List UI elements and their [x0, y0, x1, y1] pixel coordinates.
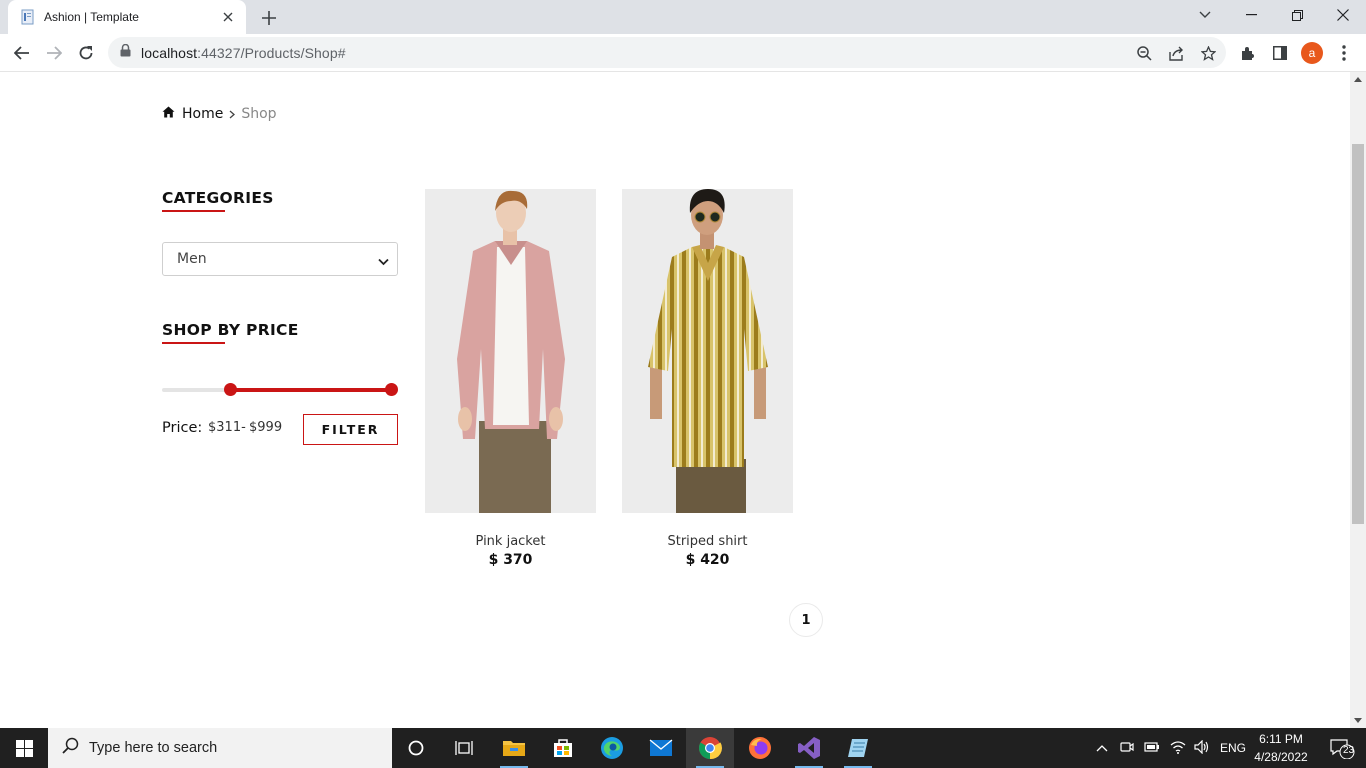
lock-icon[interactable] — [120, 43, 131, 62]
extensions-icon[interactable] — [1234, 39, 1262, 67]
bookmark-star-icon[interactable] — [1196, 41, 1220, 65]
product-card[interactable]: Striped shirt $ 420 — [622, 189, 793, 568]
zoom-icon[interactable] — [1132, 41, 1156, 65]
address-bar[interactable]: localhost:44327/Products/Shop# — [108, 37, 1226, 68]
scrollbar-thumb[interactable] — [1352, 144, 1364, 524]
product-image-pink-jacket[interactable] — [425, 189, 596, 513]
price-slider-min-handle[interactable] — [224, 383, 238, 396]
filter-button[interactable]: FILTER — [303, 414, 398, 445]
edge-icon[interactable] — [588, 728, 636, 768]
back-button[interactable] — [8, 39, 36, 67]
notification-center-icon[interactable]: 23 — [1318, 728, 1366, 768]
page-scrollbar[interactable] — [1350, 72, 1366, 728]
search-placeholder: Type here to search — [89, 740, 218, 756]
product-image-striped-shirt[interactable] — [622, 189, 793, 513]
product-name[interactable]: Striped shirt — [622, 534, 793, 549]
browser-tabstrip: Ashion | Template — [0, 0, 1366, 34]
pagination-page-button[interactable]: 1 — [789, 603, 823, 637]
cortana-icon[interactable] — [392, 728, 440, 768]
clock-date: 4/28/2022 — [1254, 750, 1308, 764]
microsoft-store-icon[interactable] — [539, 728, 587, 768]
price-slider-range — [230, 388, 392, 392]
chevron-up-icon[interactable] — [1096, 741, 1108, 755]
price-min-value: $311- — [208, 420, 246, 435]
tab-search-icon[interactable] — [1182, 0, 1228, 30]
scroll-up-arrow-icon[interactable] — [1354, 76, 1362, 84]
taskbar-clock[interactable]: 6:11 PM 4/28/2022 — [1247, 730, 1315, 766]
chevron-down-icon — [378, 254, 389, 270]
scroll-down-arrow-icon[interactable] — [1354, 716, 1362, 724]
page-icon — [20, 9, 36, 25]
volume-icon[interactable] — [1194, 739, 1210, 757]
restore-button[interactable] — [1274, 0, 1320, 30]
notification-count: 23 — [1343, 745, 1355, 756]
chevron-right-icon — [229, 110, 236, 119]
visual-studio-icon[interactable] — [785, 728, 833, 768]
share-icon[interactable] — [1164, 41, 1188, 65]
breadcrumb: Home Shop — [162, 106, 277, 122]
breadcrumb-current: Shop — [241, 106, 277, 122]
product-name[interactable]: Pink jacket — [425, 534, 596, 549]
side-panel-icon[interactable] — [1266, 39, 1294, 67]
categories-underline — [162, 210, 225, 212]
product-price: $ 420 — [685, 552, 730, 568]
chrome-icon[interactable] — [686, 728, 734, 768]
task-view-icon[interactable] — [440, 728, 488, 768]
product-card[interactable]: Pink jacket $ 370 — [425, 189, 596, 568]
price-slider-max-handle[interactable] — [385, 383, 398, 396]
mail-icon[interactable] — [637, 728, 685, 768]
tab-title: Ashion | Template — [44, 10, 139, 24]
wifi-icon[interactable] — [1170, 740, 1186, 757]
close-tab-icon[interactable] — [220, 9, 236, 25]
url-text: localhost:44327/Products/Shop# — [141, 44, 346, 61]
minimize-button[interactable] — [1228, 0, 1274, 30]
breadcrumb-home-link[interactable]: Home — [182, 106, 223, 122]
taskbar-search-box[interactable]: Type here to search — [48, 728, 392, 768]
price-max-value: $999 — [249, 420, 283, 435]
categories-title: CATEGORIES — [162, 189, 274, 207]
windows-taskbar: Type here to search ENG 6:11 PM 4/28/202… — [0, 728, 1366, 768]
search-icon — [62, 737, 79, 759]
windows-start-button[interactable] — [0, 728, 48, 768]
language-indicator[interactable]: ENG — [1220, 741, 1246, 755]
profile-avatar[interactable]: a — [1301, 42, 1323, 64]
forward-button[interactable] — [40, 39, 68, 67]
price-title: SHOP BY PRICE — [162, 321, 299, 339]
notepad-icon[interactable] — [834, 728, 882, 768]
price-label: Price: — [162, 420, 203, 436]
product-price: $ 370 — [488, 552, 533, 568]
battery-icon[interactable] — [1144, 741, 1160, 756]
file-explorer-icon[interactable] — [490, 728, 538, 768]
system-tray: ENG — [1096, 728, 1246, 768]
browser-toolbar: localhost:44327/Products/Shop# a — [0, 34, 1366, 72]
browser-tab[interactable]: Ashion | Template — [8, 0, 246, 34]
page-viewport: Home Shop CATEGORIES Men SHOP BY PRICE P… — [0, 72, 1350, 728]
meet-now-icon[interactable] — [1120, 740, 1134, 757]
category-select[interactable]: Men — [162, 242, 398, 276]
price-underline — [162, 342, 225, 344]
reload-button[interactable] — [72, 39, 100, 67]
close-window-button[interactable] — [1320, 0, 1366, 30]
home-icon — [162, 106, 175, 122]
menu-kebab-icon[interactable] — [1330, 39, 1358, 67]
firefox-icon[interactable] — [736, 728, 784, 768]
clock-time: 6:11 PM — [1259, 732, 1303, 746]
new-tab-button[interactable] — [258, 7, 280, 29]
category-selected-value: Men — [177, 251, 207, 267]
